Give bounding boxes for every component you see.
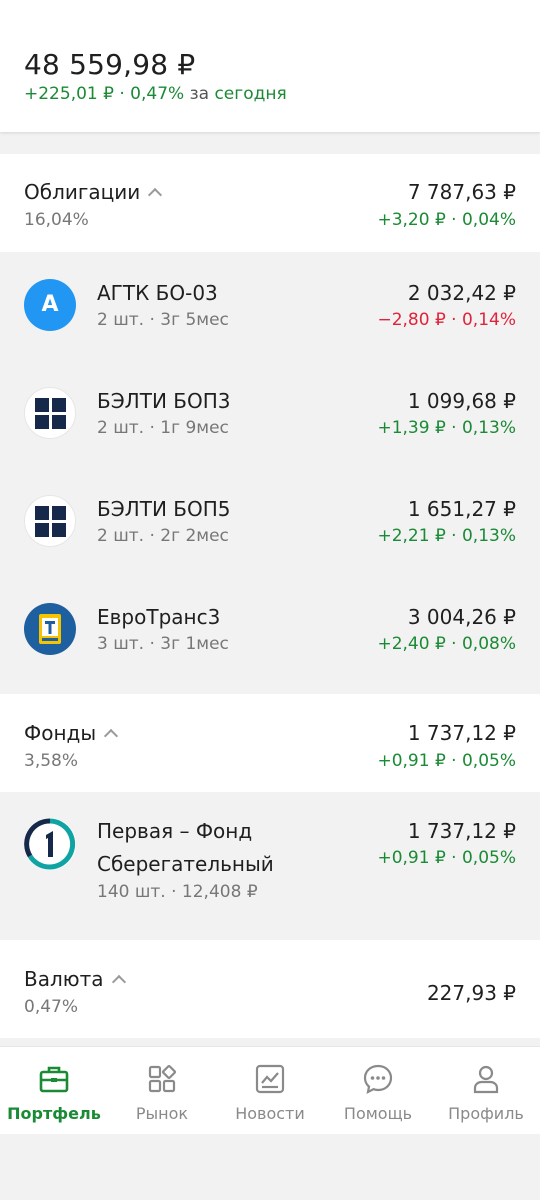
bonds-title: Облигации (24, 180, 141, 204)
security-change: −2,80 ₽ · 0,14% (377, 310, 516, 330)
security-name: БЭЛТИ БОП5 (97, 497, 231, 521)
chat-bubble-icon (363, 1064, 393, 1094)
tab-label: Портфель (7, 1104, 101, 1123)
list-item[interactable]: ЕвроТранс3 3 шт. · 3г 1мес 3 004,26 ₽ +2… (0, 576, 540, 684)
market-grid-icon (148, 1064, 177, 1093)
bonds-percent: 16,04% (24, 210, 89, 230)
funds-title-row: Фонды (24, 721, 119, 745)
currency-value: 227,93 ₽ (426, 981, 516, 1005)
security-details: 3 шт. · 3г 1мес (97, 634, 229, 654)
tab-label: Помощь (343, 1104, 413, 1123)
list-item[interactable]: Первая – Фонд Сберегательный 140 шт. · 1… (0, 792, 540, 940)
currency-title-row: Валюта (24, 967, 126, 991)
currency-title: Валюта (24, 967, 104, 991)
chevron-up-icon[interactable] (104, 728, 119, 744)
tab-help[interactable]: Помощь (324, 1047, 432, 1135)
fund-name-line2: Сберегательный (97, 852, 274, 876)
security-details: 2 шт. · 1г 9мес (97, 418, 229, 438)
tab-news[interactable]: Новости (216, 1047, 324, 1135)
chevron-up-icon[interactable] (148, 187, 163, 203)
currency-percent: 0,47% (24, 997, 79, 1017)
fund-value: 1 737,12 ₽ (407, 819, 516, 843)
tab-profile[interactable]: Профиль (432, 1047, 540, 1135)
security-change: +1,39 ₽ · 0,13% (377, 418, 516, 438)
tab-market[interactable]: Рынок (108, 1047, 216, 1135)
tab-label: Рынок (135, 1104, 189, 1123)
agtk-logo-icon: A (24, 279, 76, 331)
security-change: +2,21 ₽ · 0,13% (377, 526, 516, 546)
chevron-up-icon[interactable] (111, 974, 126, 990)
security-details: 2 шт. · 2г 2мес (97, 526, 229, 546)
bonds-section-header[interactable]: Облигации 16,04% 7 787,63 ₽ +3,20 ₽ · 0,… (0, 154, 540, 252)
portfolio-header: 48 559,98 ₽ +225,01 ₽ · 0,47% за сегодня (0, 0, 540, 132)
portfolio-today-change: +225,01 ₽ · 0,47% за сегодня (24, 84, 287, 104)
person-icon (473, 1065, 499, 1094)
list-item[interactable]: БЭЛТИ БОП3 2 шт. · 1г 9мес 1 099,68 ₽ +1… (0, 360, 540, 468)
funds-value: 1 737,12 ₽ (407, 721, 516, 745)
bonds-value: 7 787,63 ₽ (407, 180, 516, 204)
funds-section-header[interactable]: Фонды 3,58% 1 737,12 ₽ +0,91 ₽ · 0,05% (0, 694, 540, 792)
pervaya-logo-icon (24, 818, 76, 870)
evrotrans-logo-icon (24, 603, 76, 655)
funds-list: Первая – Фонд Сберегательный 140 шт. · 1… (0, 792, 540, 940)
bonds-title-row: Облигации (24, 180, 163, 204)
today-change-value: +225,01 ₽ · 0,47% (24, 84, 185, 104)
fund-change: +0,91 ₽ · 0,05% (377, 848, 516, 868)
bottom-tab-bar: Портфель Рынок Новости Помощь Профиль (0, 1046, 540, 1134)
period-selector[interactable]: сегодня (214, 84, 286, 104)
list-item[interactable]: БЭЛТИ БОП5 2 шт. · 2г 2мес 1 651,27 ₽ +2… (0, 468, 540, 576)
funds-percent: 3,58% (24, 751, 79, 771)
portfolio-total: 48 559,98 ₽ (24, 48, 196, 81)
security-value: 1 651,27 ₽ (407, 497, 516, 521)
currency-section-header[interactable]: Валюта 0,47% 227,93 ₽ (0, 940, 540, 1038)
bonds-change: +3,20 ₽ · 0,04% (377, 210, 516, 230)
security-name: ЕвроТранс3 (97, 605, 221, 629)
list-item[interactable]: A АГТК БО-03 2 шт. · 3г 5мес 2 032,42 ₽ … (0, 252, 540, 360)
security-value: 3 004,26 ₽ (407, 605, 516, 629)
funds-change: +0,91 ₽ · 0,05% (377, 751, 516, 771)
belti-logo-icon (24, 495, 76, 547)
period-word: за (189, 84, 210, 104)
security-value: 2 032,42 ₽ (407, 281, 516, 305)
security-details: 2 шт. · 3г 5мес (97, 310, 229, 330)
security-value: 1 099,68 ₽ (407, 389, 516, 413)
security-name: АГТК БО-03 (97, 281, 218, 305)
agtk-logo-letter: A (41, 292, 59, 317)
tab-label: Профиль (448, 1104, 524, 1123)
briefcase-icon (39, 1066, 69, 1093)
security-name: БЭЛТИ БОП3 (97, 389, 231, 413)
tab-portfolio[interactable]: Портфель (0, 1047, 108, 1135)
security-change: +2,40 ₽ · 0,08% (377, 634, 516, 654)
tab-label: Новости (235, 1104, 305, 1123)
bonds-list: A АГТК БО-03 2 шт. · 3г 5мес 2 032,42 ₽ … (0, 252, 540, 694)
news-chart-icon (255, 1064, 285, 1094)
fund-details: 140 шт. · 12,408 ₽ (97, 882, 258, 902)
funds-title: Фонды (24, 721, 97, 745)
fund-name-line1: Первая – Фонд (97, 819, 253, 843)
belti-logo-icon (24, 387, 76, 439)
